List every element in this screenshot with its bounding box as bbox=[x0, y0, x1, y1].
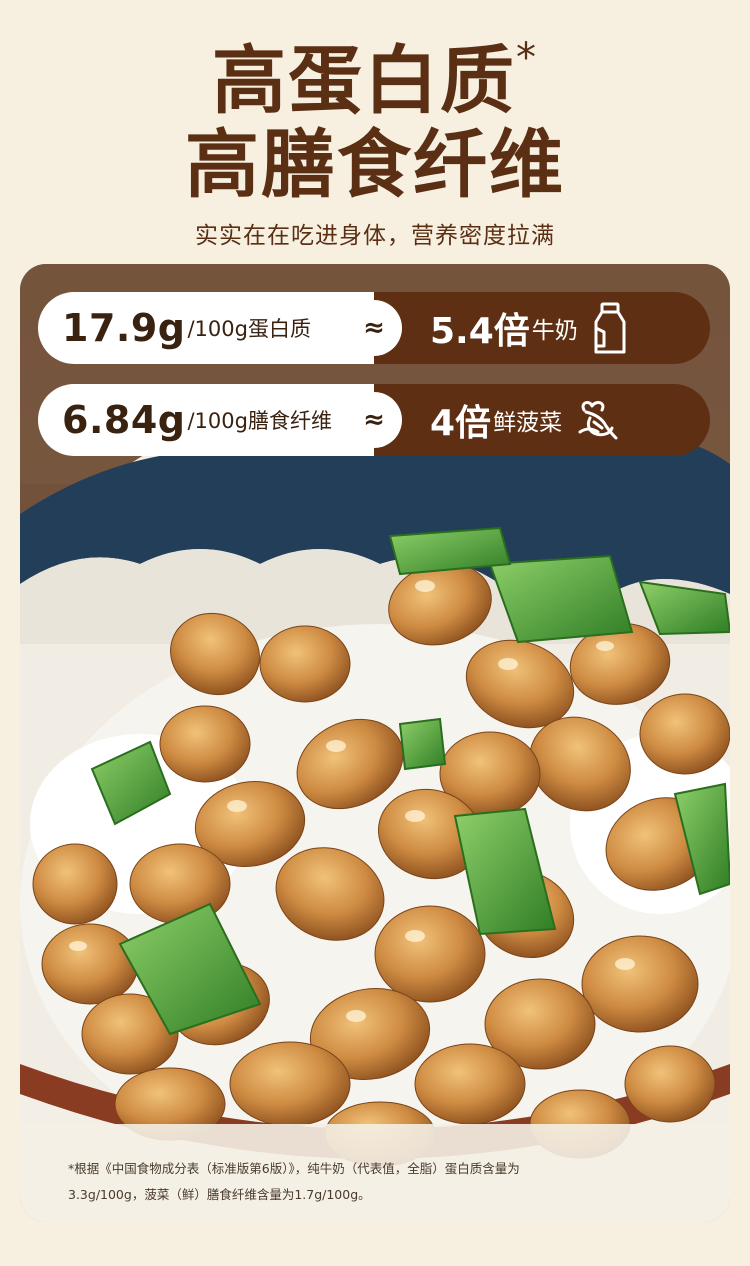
fiber-comparison-row: 6.84g /100g膳食纤维 4倍 鲜菠菜 ≈ bbox=[38, 384, 710, 456]
subtitle: 实实在在吃进身体，营养密度拉满 bbox=[195, 223, 555, 249]
spinach-equivalent-pill: 4倍 鲜菠菜 bbox=[374, 384, 710, 456]
protein-unit: /100g蛋白质 bbox=[187, 317, 311, 341]
approx-sign: ≈ bbox=[346, 300, 402, 356]
title-asterisk: * bbox=[516, 35, 538, 81]
fiber-unit: /100g膳食纤维 bbox=[187, 409, 332, 433]
footnote-line-1: *根据《中国食物成分表（标准版第6版）》，纯牛奶（代表值，全脂）蛋白质含量为 bbox=[68, 1161, 520, 1176]
title-line-1: 高蛋白质* bbox=[0, 38, 750, 118]
spinach-leaf-icon bbox=[576, 398, 620, 442]
source-footnote: *根据《中国食物成分表（标准版第6版）》，纯牛奶（代表值，全脂）蛋白质含量为 3… bbox=[68, 1156, 668, 1208]
fiber-amount: 6.84g bbox=[62, 398, 186, 442]
protein-amount: 17.9g bbox=[62, 306, 186, 350]
milk-ratio: 5.4倍 bbox=[430, 311, 530, 352]
approx-sign: ≈ bbox=[346, 392, 402, 448]
footnote-line-2: 3.3g/100g，菠菜（鲜）膳食纤维含量为1.7g/100g。 bbox=[68, 1187, 371, 1202]
title-line-1-text: 高蛋白质 bbox=[212, 38, 516, 124]
spinach-ratio: 4倍 bbox=[430, 403, 492, 444]
fiber-amount-pill: 6.84g /100g膳食纤维 bbox=[38, 384, 388, 456]
milk-equivalent-pill: 5.4倍 牛奶 bbox=[374, 292, 710, 364]
milk-label: 牛奶 bbox=[531, 318, 578, 344]
milk-bottle-icon bbox=[592, 302, 628, 354]
title-line-2: 高膳食纤维 bbox=[185, 122, 565, 208]
spinach-label: 鲜菠菜 bbox=[493, 410, 563, 436]
protein-comparison-row: 17.9g /100g蛋白质 5.4倍 牛奶 ≈ bbox=[38, 292, 710, 364]
protein-amount-pill: 17.9g /100g蛋白质 bbox=[38, 292, 388, 364]
